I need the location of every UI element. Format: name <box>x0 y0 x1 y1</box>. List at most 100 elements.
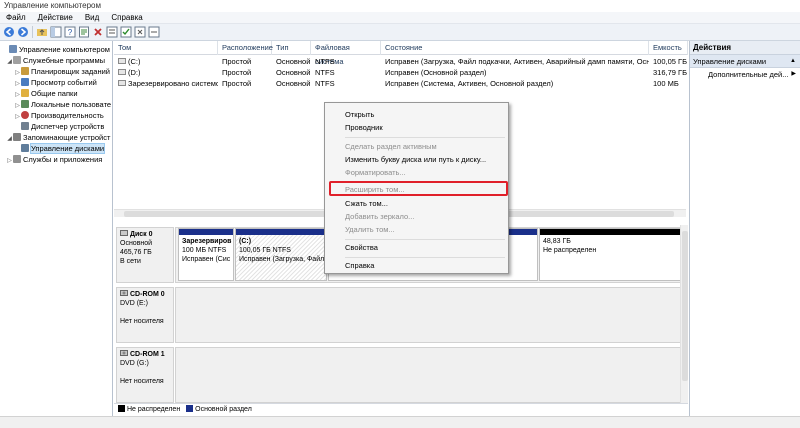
disk-state: В сети <box>120 258 141 265</box>
computer-icon <box>9 45 17 53</box>
volume-capacity: 100 МБ <box>653 79 679 88</box>
menu-item-help[interactable]: Справка <box>327 260 506 272</box>
up-button[interactable] <box>36 26 48 38</box>
tree-item-storage[interactable]: ◢ Запоминающие устройст <box>6 132 110 143</box>
volume-status: Исправен (Загрузка, Файл подкачки, Актив… <box>385 57 649 66</box>
collapse-arrow-icon[interactable]: ◢ <box>6 134 13 145</box>
actions-section-disk-management[interactable]: Управление дисками ▲ <box>690 55 800 68</box>
actions-more-item[interactable]: Дополнительные дей... ▶ <box>690 68 800 81</box>
svg-text:?: ? <box>68 28 73 37</box>
column-header-volume[interactable]: Том <box>114 41 218 55</box>
tree-item-local-users[interactable]: ▷ Локальные пользовате <box>14 99 111 110</box>
table-row[interactable]: (C:) Простой Основной NTFS Исправен (Заг… <box>114 56 688 67</box>
tree-item-device-manager[interactable]: Диспетчер устройств <box>14 121 104 132</box>
legend-swatch-unallocated <box>118 405 125 412</box>
check-icon <box>120 26 132 38</box>
disk-view-vertical-scrollbar[interactable] <box>680 225 688 403</box>
partition-unallocated[interactable]: 48,83 ГБ Не распределен <box>539 228 682 281</box>
column-header-capacity[interactable]: Емкость <box>649 41 688 55</box>
help-icon: ? <box>64 26 76 38</box>
cdrom-0-label[interactable]: CD-ROM 0 DVD (E:) Нет носителя <box>116 287 174 343</box>
menu-item-explorer[interactable]: Проводник <box>327 122 506 134</box>
cd-drive-icon <box>120 350 128 356</box>
shared-folder-icon <box>21 89 29 97</box>
check-button[interactable] <box>120 26 132 38</box>
table-row[interactable]: Зарезервировано системой Простой Основно… <box>114 78 688 89</box>
tree-item-label: Диспетчер устройств <box>31 122 105 131</box>
forward-button[interactable] <box>17 26 29 38</box>
performance-icon <box>21 111 29 119</box>
delete-button[interactable] <box>92 26 104 38</box>
volume-filesystem: NTFS <box>315 68 335 77</box>
actions-more-label: Дополнительные дей... <box>708 70 789 79</box>
volume-name: Зарезервировано системой <box>114 78 218 89</box>
menu-file[interactable]: Файл <box>0 12 32 24</box>
menu-bar: Файл Действие Вид Справка <box>0 12 800 24</box>
menu-item-change-letter[interactable]: Изменить букву диска или путь к диску... <box>327 154 506 166</box>
tree-item-label: Планировщик заданий <box>31 67 110 76</box>
export-icon <box>148 26 160 38</box>
disk-0-label[interactable]: Диск 0 Основной 465,76 ГБ В сети <box>116 227 174 283</box>
tree-panel-icon <box>50 26 62 38</box>
menu-item-open[interactable]: Открыть <box>327 109 506 121</box>
export-button[interactable] <box>148 26 160 38</box>
tree-item-performance[interactable]: ▷ Производительность <box>14 110 104 121</box>
disk-size: 465,76 ГБ <box>120 249 152 256</box>
menu-view[interactable]: Вид <box>79 12 105 24</box>
tree-item-label: Просмотр событий <box>31 78 97 87</box>
volume-name: (C:) <box>114 56 218 67</box>
menu-help[interactable]: Справка <box>105 12 148 24</box>
show-tree-button[interactable] <box>50 26 62 38</box>
scrollbar-thumb[interactable] <box>682 231 688 381</box>
tree-item-label: Производительность <box>31 111 104 120</box>
back-button[interactable] <box>3 26 15 38</box>
volume-type: Основной <box>276 79 311 88</box>
folder-up-icon <box>37 29 47 36</box>
tree-item-shared-folders[interactable]: ▷ Общие папки <box>14 88 78 99</box>
tree-item-event-viewer[interactable]: ▷ Просмотр событий <box>14 77 97 88</box>
menu-item-add-mirror: Добавить зеркало... <box>345 212 415 221</box>
partition-c[interactable]: (C:) 100,05 ГБ NTFS Исправен (Загрузка, Фа… <box>235 228 327 281</box>
volume-layout: Простой <box>222 79 252 88</box>
settings-button[interactable] <box>106 26 118 38</box>
table-row[interactable]: (D:) Простой Основной NTFS Исправен (Осн… <box>114 67 688 78</box>
legend-swatch-primary <box>186 405 194 412</box>
disk-management-icon <box>21 144 29 152</box>
tree-item-system-tools[interactable]: ◢ Служебные программы <box>6 55 105 66</box>
volume-drive-icon <box>118 58 126 64</box>
cdrom-1-label[interactable]: CD-ROM 1 DVD (G:) Нет носителя <box>116 347 174 403</box>
tree-item-label: Службы и приложения <box>23 155 103 164</box>
column-header-status[interactable]: Состояние <box>381 41 649 55</box>
column-header-filesystem[interactable]: Файловая система <box>311 41 381 66</box>
properties-button[interactable] <box>78 26 90 38</box>
volume-name-label: (C:) <box>128 57 141 66</box>
tree-item-task-scheduler[interactable]: ▷ Планировщик заданий <box>14 66 110 77</box>
tree-item-services-apps[interactable]: ▷ Службы и приложения <box>6 154 102 165</box>
menu-action[interactable]: Действие <box>32 12 79 24</box>
refresh-icon <box>134 26 146 38</box>
column-header-type[interactable]: Тип <box>272 41 311 55</box>
volume-drive-icon <box>118 80 126 86</box>
partition-size: 100,05 ГБ NTFS <box>239 247 291 254</box>
tree-item-label: Запоминающие устройст <box>23 133 111 142</box>
properties-icon <box>79 26 89 38</box>
actions-section-label: Управление дисками <box>693 57 767 66</box>
cdrom-0-area <box>175 287 684 343</box>
help-button[interactable]: ? <box>64 26 76 38</box>
tree-item-computer-management[interactable]: Управление компьютером (л <box>2 44 112 55</box>
collapse-arrow-icon[interactable]: ◢ <box>6 57 13 68</box>
tree-item-label: Локальные пользовате <box>31 100 112 109</box>
menu-item-shrink-volume[interactable]: Сжать том... <box>327 198 506 210</box>
forward-arrow-icon <box>18 27 28 37</box>
expand-arrow-icon[interactable]: ▷ <box>6 156 13 167</box>
tree-item-disk-management[interactable]: Управление дисками <box>14 143 106 154</box>
submenu-arrow-icon: ▶ <box>791 71 796 77</box>
column-header-layout[interactable]: Расположение <box>218 41 273 55</box>
volume-type: Основной <box>276 57 311 66</box>
menu-item-properties[interactable]: Свойства <box>327 242 506 254</box>
delete-icon <box>94 28 102 36</box>
storage-icon <box>13 133 21 141</box>
refresh-button[interactable] <box>134 26 146 38</box>
disk-kind: DVD (G:) <box>120 360 149 367</box>
partition-reserved[interactable]: Зарезервиров 100 МБ NTFS Исправен (Сис <box>178 228 234 281</box>
